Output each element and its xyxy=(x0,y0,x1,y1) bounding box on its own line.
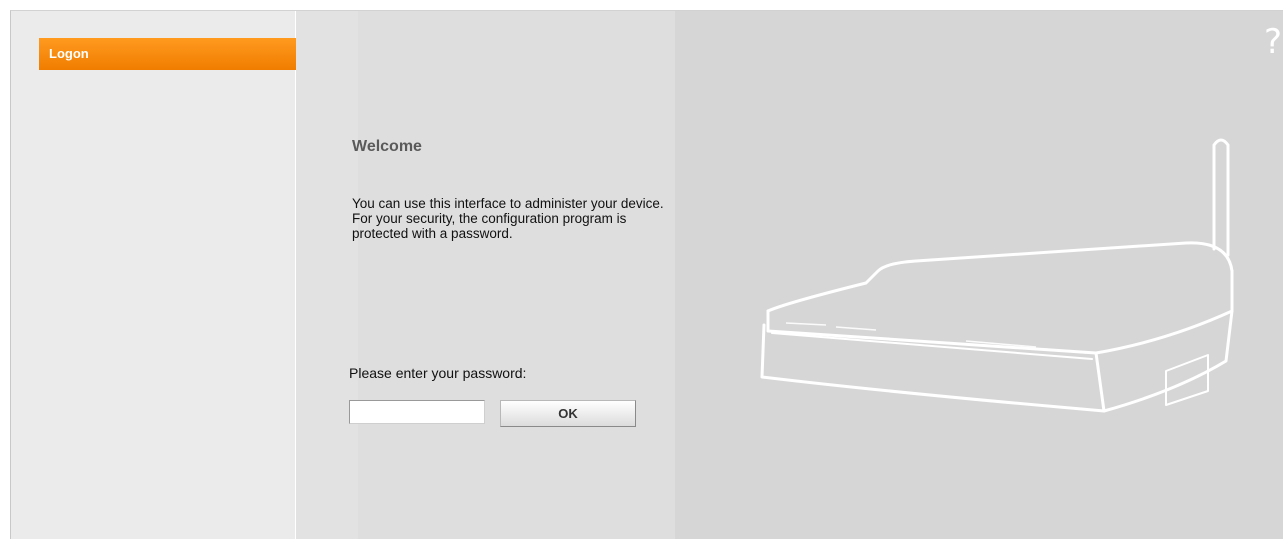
password-input[interactable] xyxy=(349,400,485,424)
ok-button[interactable]: OK xyxy=(500,400,636,427)
router-icon xyxy=(760,138,1234,413)
nav-item-logon[interactable]: Logon xyxy=(39,38,305,70)
intro-text: You can use this interface to administer… xyxy=(352,196,664,241)
page-title: Welcome xyxy=(352,138,422,155)
sidebar: Logon xyxy=(11,11,305,539)
password-label: Please enter your password: xyxy=(349,365,527,381)
page-frame: Logon Welcome You can use this interface… xyxy=(10,10,1283,539)
main-content: Welcome You can use this interface to ad… xyxy=(296,11,676,539)
help-icon[interactable]: ? xyxy=(1264,25,1282,59)
